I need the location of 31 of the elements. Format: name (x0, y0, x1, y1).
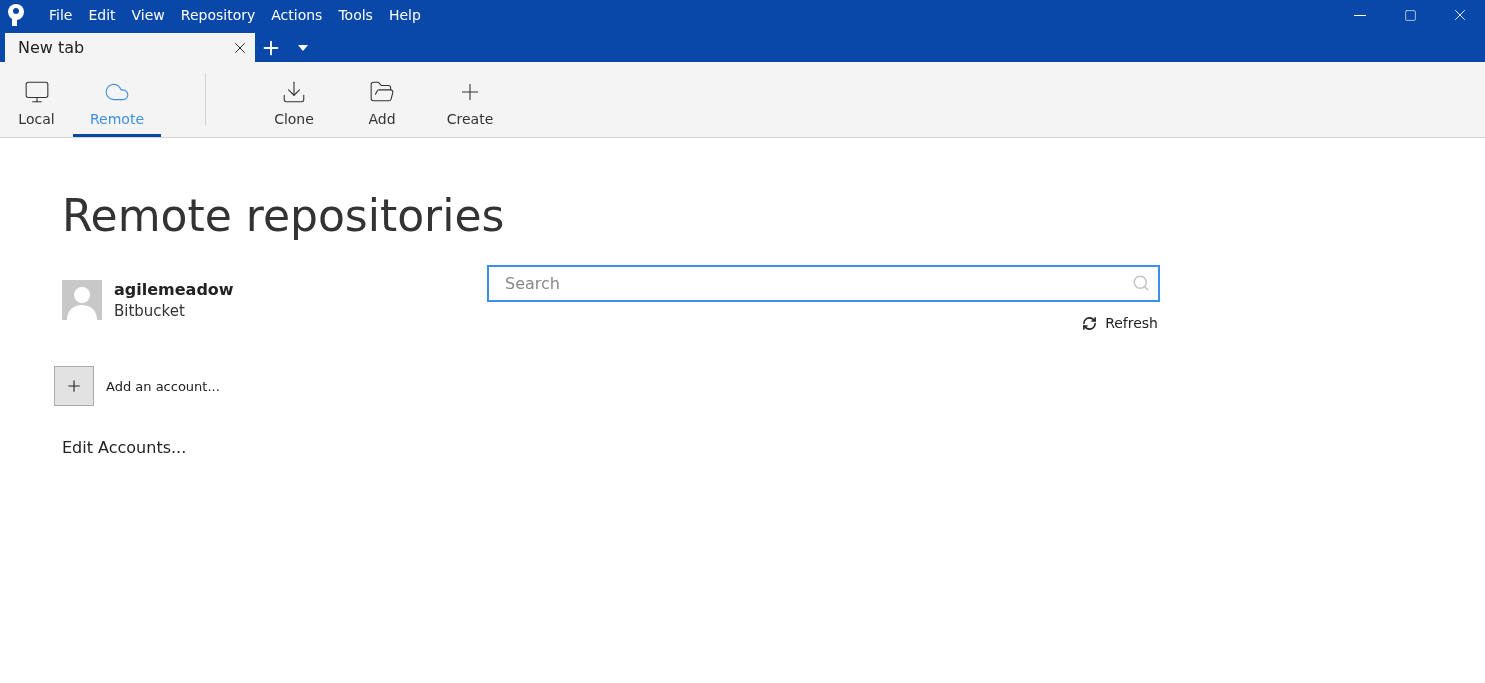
refresh-icon (1082, 315, 1098, 331)
minimize-icon (1354, 14, 1366, 16)
page-title: Remote repositories (62, 190, 506, 241)
avatar-icon (62, 280, 102, 320)
plus-icon (65, 377, 83, 395)
menu-item[interactable]: Repository (172, 7, 264, 23)
maximize-icon (1403, 8, 1417, 22)
add-account-button[interactable] (54, 366, 94, 406)
toolbar-button[interactable]: Local (0, 62, 73, 137)
menu-item[interactable]: Help (380, 7, 429, 23)
tab[interactable]: New tab (5, 33, 255, 62)
account-name: agilemeadow (114, 280, 234, 299)
add-account-label: Add an account... (106, 378, 220, 394)
menu-item[interactable]: File (41, 7, 81, 23)
menu-item[interactable]: Tools (330, 7, 381, 23)
toolbar-button[interactable]: Clone (250, 62, 338, 137)
toolbar-button[interactable]: Create (426, 62, 514, 137)
toolbar-button[interactable]: Add (338, 62, 426, 137)
edit-accounts-link[interactable]: Edit Accounts... (62, 438, 187, 457)
menu-item[interactable]: Actions (263, 7, 331, 23)
tab-title: New tab (18, 38, 85, 57)
menu-item[interactable]: Edit (80, 7, 124, 23)
monitor-icon (23, 79, 50, 105)
caret-icon (298, 44, 308, 51)
download-icon (281, 79, 307, 105)
refresh-button[interactable]: Refresh (1082, 315, 1158, 331)
account-service: Bitbucket (114, 302, 186, 320)
search-icon (1132, 274, 1150, 292)
menu-item[interactable]: View (123, 7, 173, 23)
search-field[interactable]: Search (487, 265, 1160, 302)
app-logo-icon (5, 3, 27, 27)
